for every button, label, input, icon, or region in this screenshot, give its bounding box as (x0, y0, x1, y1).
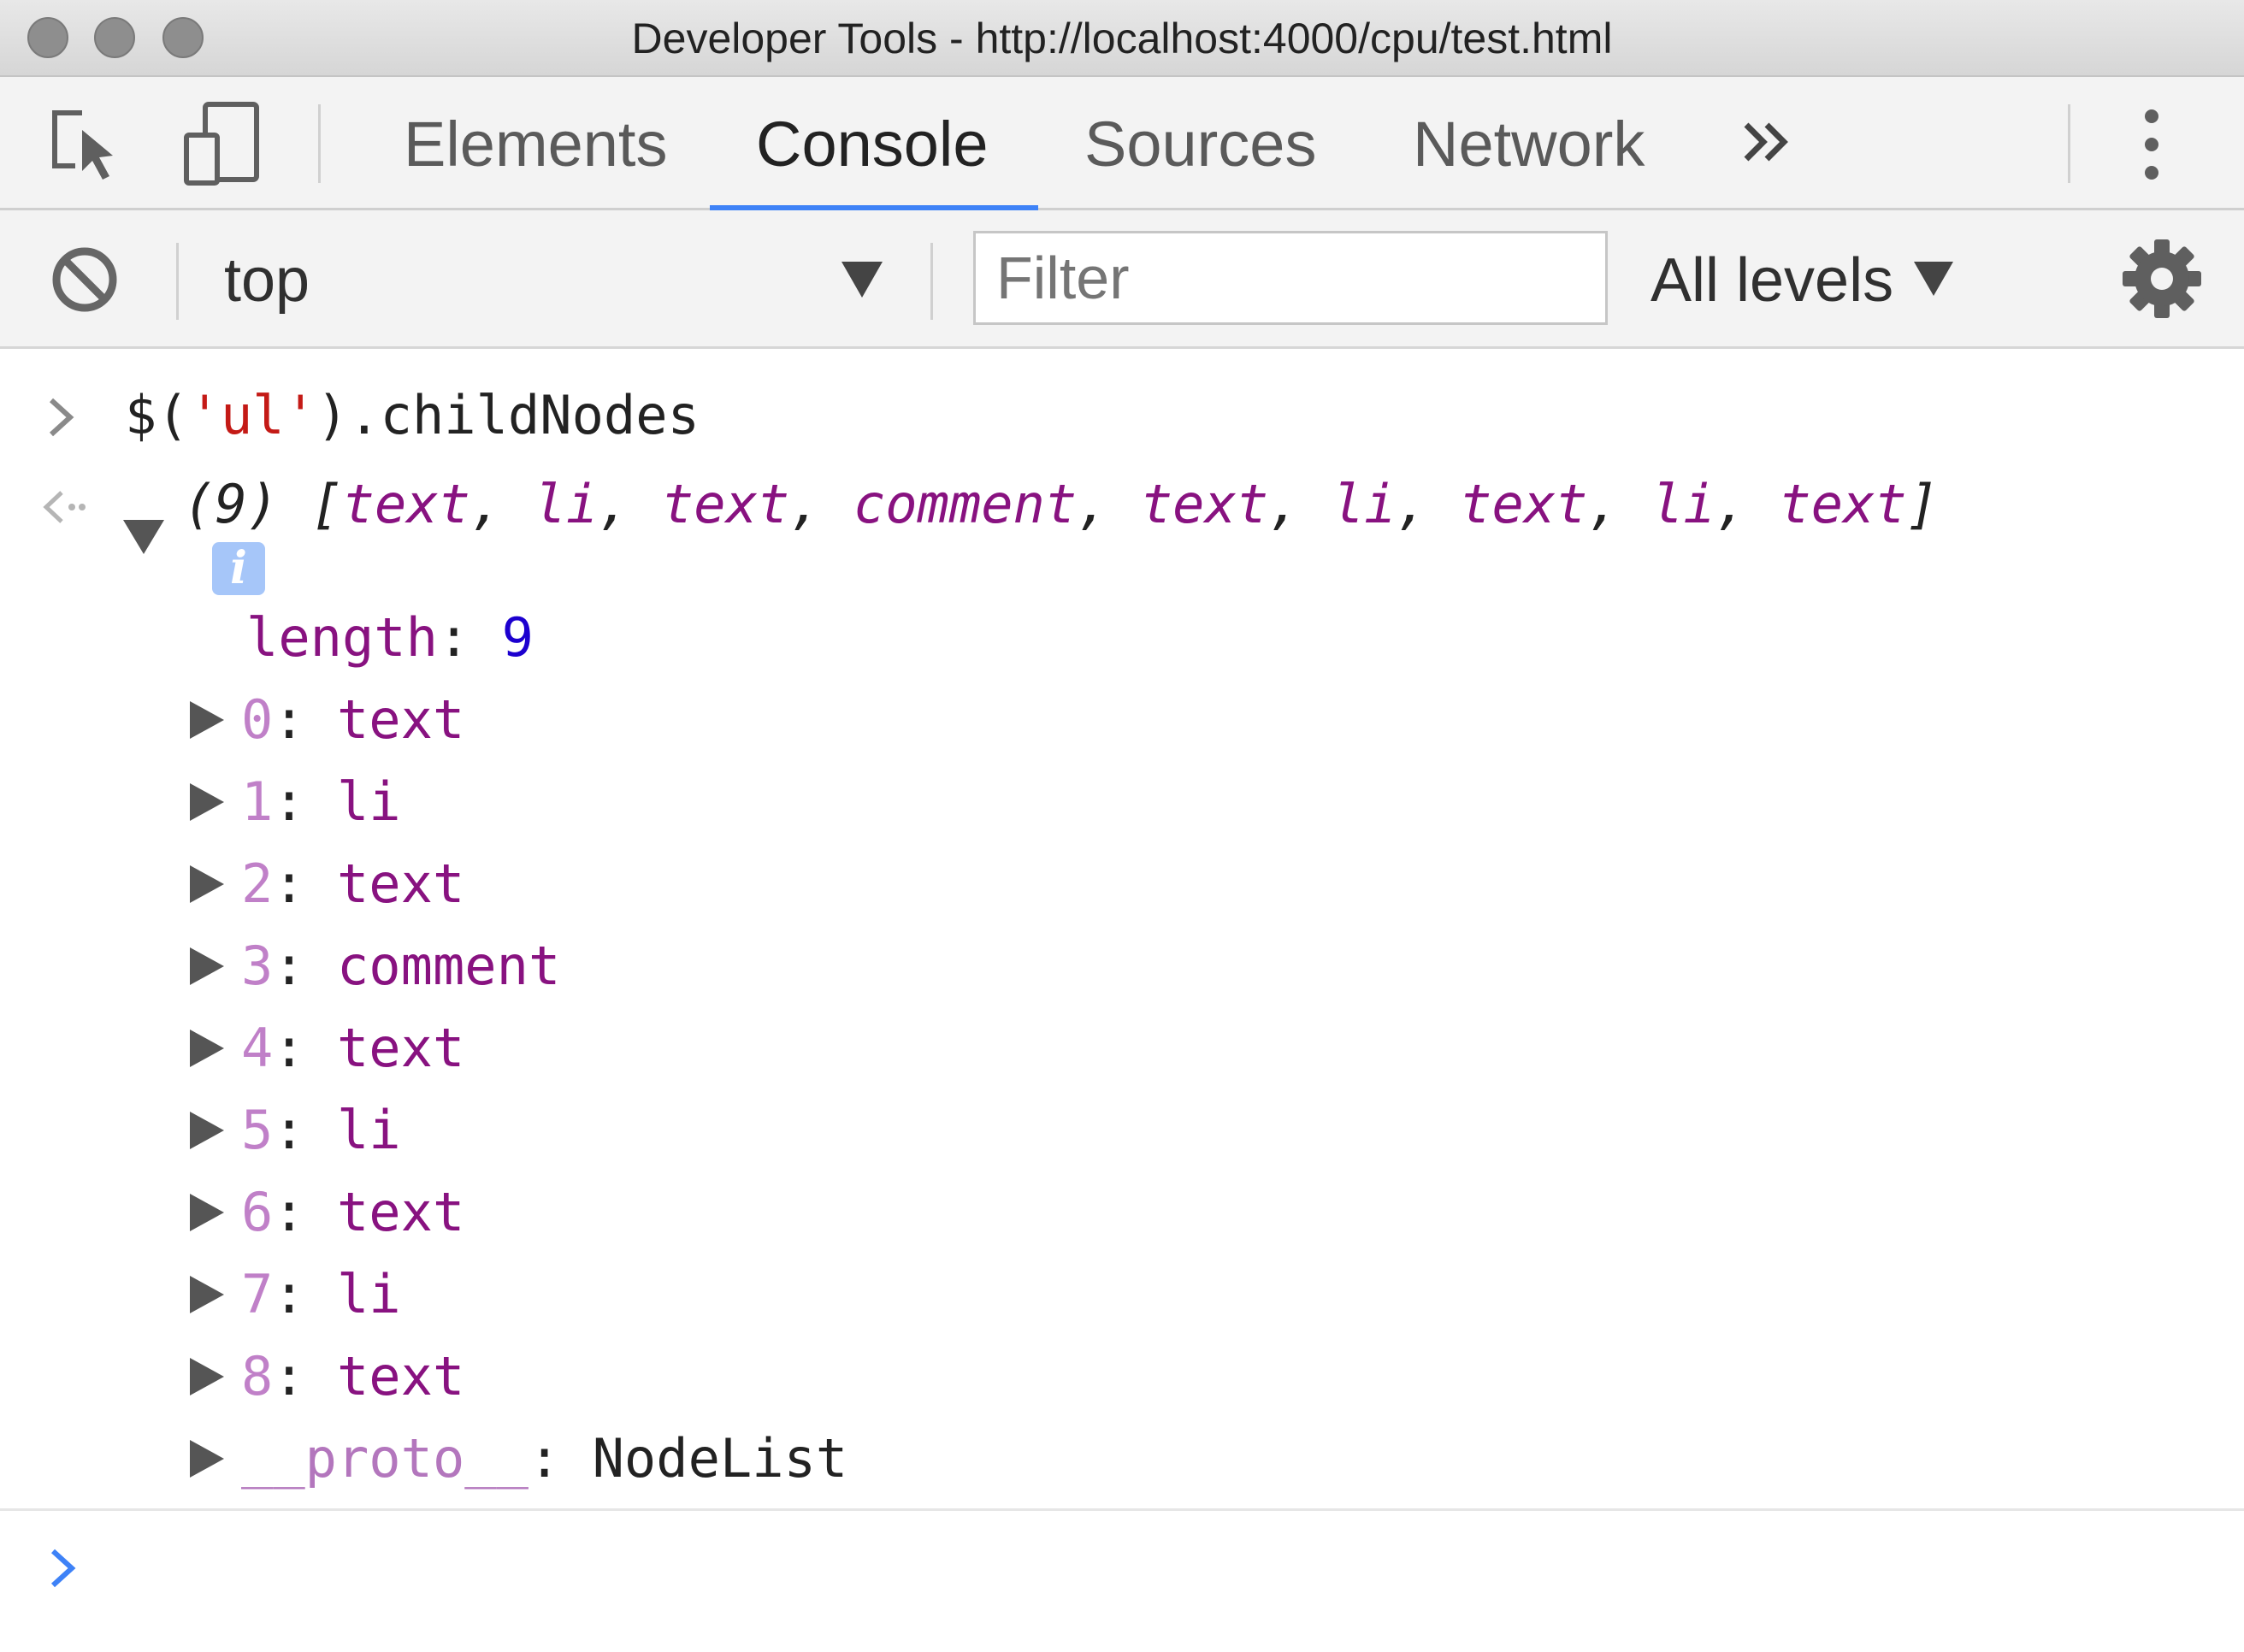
node-value: comment (336, 935, 561, 997)
result-count: (9) (183, 473, 279, 535)
console-panel: $('ul').childNodes (9) [text, li, text, … (0, 349, 2244, 1652)
toolbar-separator (176, 243, 179, 320)
node-value: li (336, 770, 401, 833)
toolbar-separator (930, 243, 933, 320)
node-index: 0 (241, 688, 274, 751)
tab-console[interactable]: Console (756, 106, 989, 183)
console-toolbar: top All levels (0, 210, 2244, 349)
proto-key: __proto__ (241, 1427, 529, 1490)
summary-item: text (1779, 473, 1907, 535)
result-arrow-icon (43, 491, 86, 523)
node-index: 3 (241, 935, 274, 997)
device-toolbar-icon[interactable] (181, 101, 262, 186)
node-value: text (336, 688, 465, 751)
result-summary[interactable]: (9) [text, li, text, comment, text, li, … (183, 474, 1939, 535)
length-property: length: 9 (246, 606, 534, 669)
expand-triangle-icon[interactable] (188, 864, 226, 905)
expand-triangle-icon[interactable] (188, 1110, 226, 1151)
expand-triangle-icon[interactable] (188, 782, 226, 823)
node-value: text (336, 853, 465, 915)
node-index: 1 (241, 770, 274, 833)
tabbar-separator (318, 104, 321, 183)
proto-value: NodeList (592, 1427, 848, 1490)
node-value: li (336, 1099, 401, 1161)
command-suffix: ).childNodes (316, 384, 700, 446)
expand-triangle-icon[interactable] (188, 946, 226, 987)
node-index: 4 (241, 1017, 274, 1079)
tab-sources[interactable]: Sources (1084, 106, 1316, 183)
node-value: li (336, 1263, 401, 1325)
summary-item: comment (853, 473, 1078, 535)
tab-elements[interactable]: Elements (404, 106, 667, 183)
tab-network[interactable]: Network (1413, 106, 1645, 183)
window-title: Developer Tools - http://localhost:4000/… (631, 15, 1613, 62)
prompt-divider (0, 1508, 2244, 1511)
summary-item: text (1140, 473, 1269, 535)
node-value: text (336, 1345, 465, 1407)
expand-triangle-icon[interactable] (188, 1192, 226, 1233)
inspect-element-icon[interactable] (48, 106, 125, 183)
summary-item: li (1651, 473, 1715, 535)
expand-triangle-icon[interactable] (188, 1356, 226, 1397)
double-chevron-right-icon[interactable] (1739, 108, 1794, 176)
summary-item: text (1460, 473, 1588, 535)
gear-icon[interactable] (2121, 238, 2203, 320)
node-value: text (336, 1017, 465, 1079)
chevron-right-icon (49, 398, 74, 437)
filter-input[interactable] (973, 231, 1608, 325)
chevron-right-icon (50, 1549, 76, 1588)
property-value: 9 (501, 606, 534, 669)
info-badge-icon[interactable]: i (212, 542, 265, 595)
command-string: 'ul' (188, 384, 316, 446)
context-selector[interactable]: top (224, 246, 310, 315)
dropdown-arrow-icon[interactable] (840, 260, 884, 299)
window-titlebar: Developer Tools - http://localhost:4000/… (0, 0, 2244, 77)
collapse-triangle-icon[interactable] (121, 518, 166, 556)
console-command: $('ul').childNodes (125, 385, 700, 446)
property-key: length (246, 606, 438, 669)
summary-item: li (1332, 473, 1397, 535)
summary-item: li (534, 473, 599, 535)
command-prefix: $( (125, 384, 189, 446)
console-input[interactable] (111, 1529, 2164, 1606)
summary-item: text (342, 473, 470, 535)
node-index: 6 (241, 1181, 274, 1243)
tabbar-separator (2068, 104, 2070, 183)
summary-item: text (661, 473, 790, 535)
expand-triangle-icon[interactable] (188, 1438, 226, 1479)
node-value: text (336, 1181, 465, 1243)
dropdown-arrow-icon[interactable] (1912, 260, 1955, 298)
log-levels-dropdown[interactable]: All levels (1651, 246, 1893, 315)
node-index: 2 (241, 853, 274, 915)
expand-triangle-icon[interactable] (188, 1028, 226, 1069)
expand-triangle-icon[interactable] (188, 1274, 226, 1315)
expand-triangle-icon[interactable] (188, 699, 226, 740)
kebab-menu-icon[interactable] (2141, 108, 2162, 181)
node-index: 8 (241, 1345, 274, 1407)
clear-console-icon[interactable] (50, 245, 120, 315)
node-index: 7 (241, 1263, 274, 1325)
devtools-tabbar: Elements Console Sources Network (0, 77, 2244, 211)
node-index: 5 (241, 1099, 274, 1161)
